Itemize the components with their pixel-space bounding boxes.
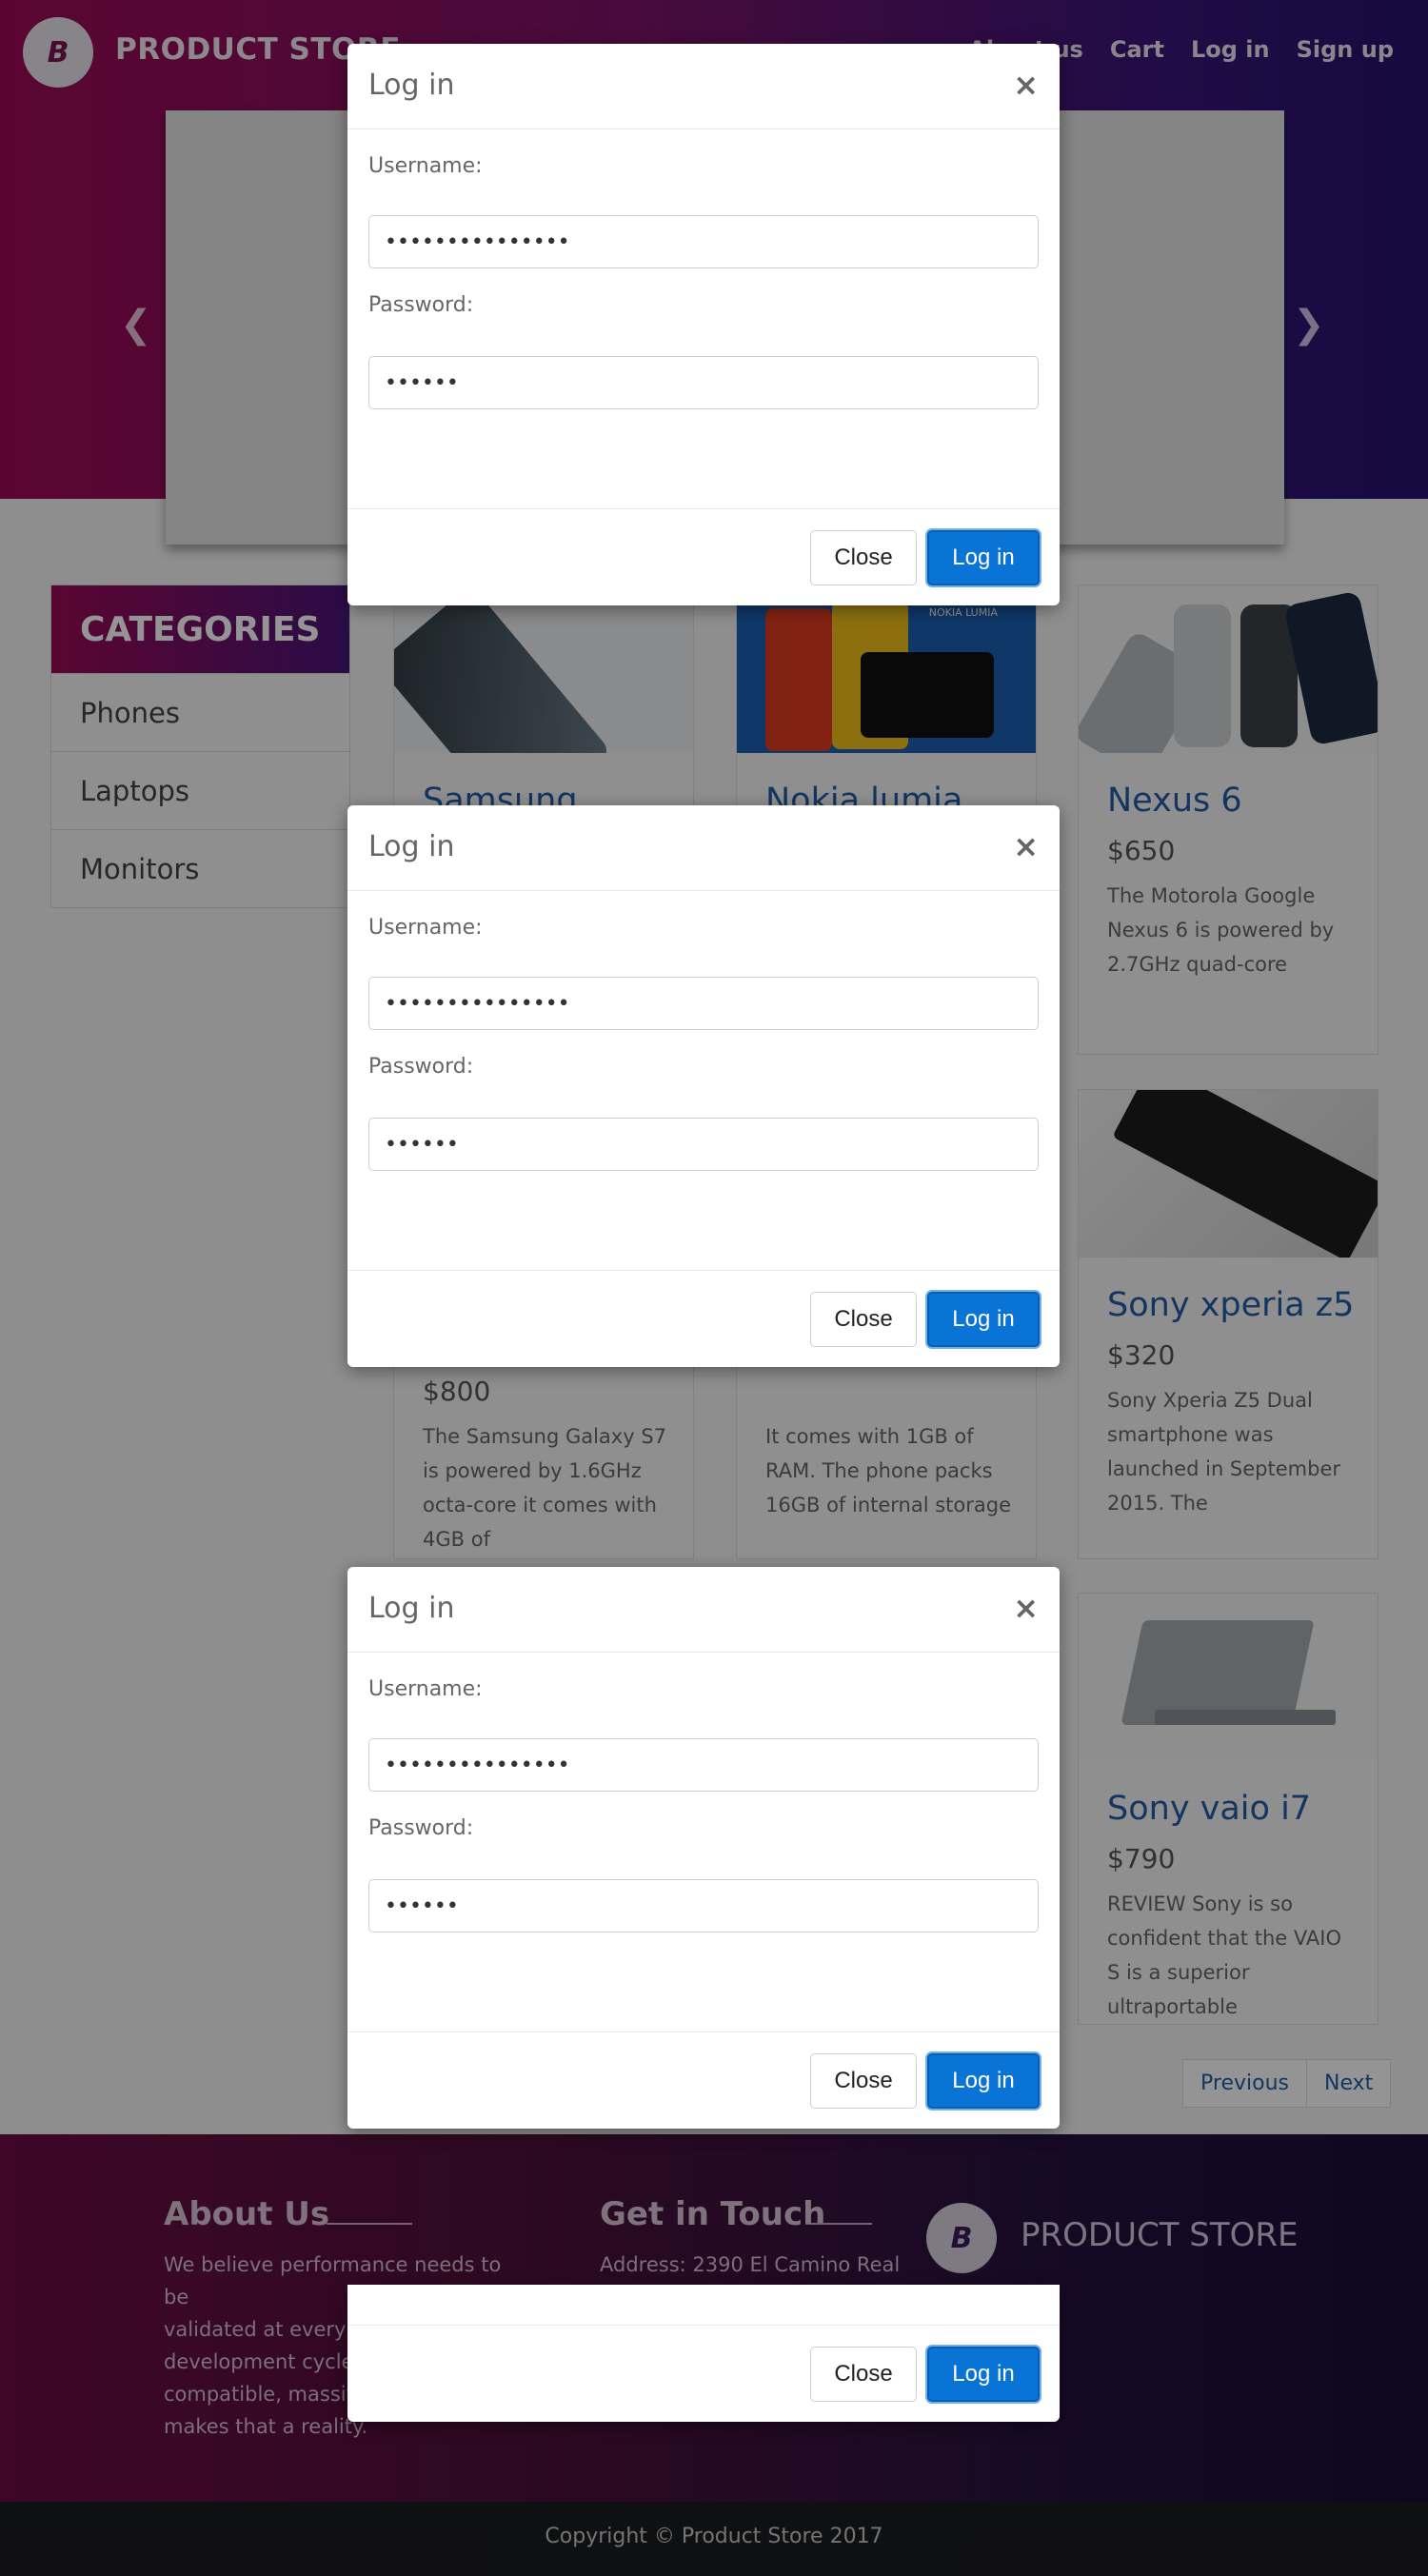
modal-footer: Close Log in — [347, 1270, 1060, 1365]
modal-title: Log in — [368, 69, 455, 102]
password-label: Password: — [368, 293, 474, 317]
close-icon[interactable]: × — [1013, 67, 1039, 103]
username-input[interactable] — [368, 977, 1039, 1030]
close-icon[interactable]: × — [1013, 1590, 1039, 1626]
username-input[interactable] — [368, 215, 1039, 268]
login-modal: Log in × Username: Password: Close Log i… — [347, 1567, 1060, 2129]
modal-footer: Close Log in — [347, 2325, 1060, 2420]
modal-header: Log in × — [347, 44, 1060, 129]
username-label: Username: — [368, 916, 483, 940]
login-button[interactable]: Log in — [927, 1292, 1040, 1347]
login-modal: Log in × Username: Password: Close Log i… — [347, 805, 1060, 1367]
login-button[interactable]: Log in — [927, 2347, 1040, 2402]
modal-body: Username: Password: — [347, 129, 1060, 552]
login-modal-partial: Close Log in — [347, 2285, 1060, 2422]
login-modal: Log in × Username: Password: Close Log i… — [347, 44, 1060, 605]
modal-body: Username: Password: — [347, 891, 1060, 1314]
modal-body: Username: Password: — [347, 1653, 1060, 2075]
modal-header: Log in × — [347, 805, 1060, 891]
modal-footer: Close Log in — [347, 2031, 1060, 2127]
modal-header: Log in × — [347, 1567, 1060, 1653]
close-button[interactable]: Close — [810, 2053, 917, 2109]
close-button[interactable]: Close — [810, 1292, 917, 1347]
password-input[interactable] — [368, 1879, 1039, 1932]
password-label: Password: — [368, 1055, 474, 1079]
close-button[interactable]: Close — [810, 530, 917, 585]
close-button[interactable]: Close — [810, 2347, 917, 2402]
username-label: Username: — [368, 1677, 483, 1701]
login-button[interactable]: Log in — [927, 530, 1040, 585]
close-icon[interactable]: × — [1013, 828, 1039, 864]
password-input[interactable] — [368, 1118, 1039, 1171]
password-input[interactable] — [368, 356, 1039, 409]
password-label: Password: — [368, 1816, 474, 1840]
modal-footer: Close Log in — [347, 508, 1060, 604]
modal-title: Log in — [368, 830, 455, 863]
username-input[interactable] — [368, 1738, 1039, 1792]
modal-title: Log in — [368, 1592, 455, 1625]
login-button[interactable]: Log in — [927, 2053, 1040, 2109]
username-label: Username: — [368, 154, 483, 178]
